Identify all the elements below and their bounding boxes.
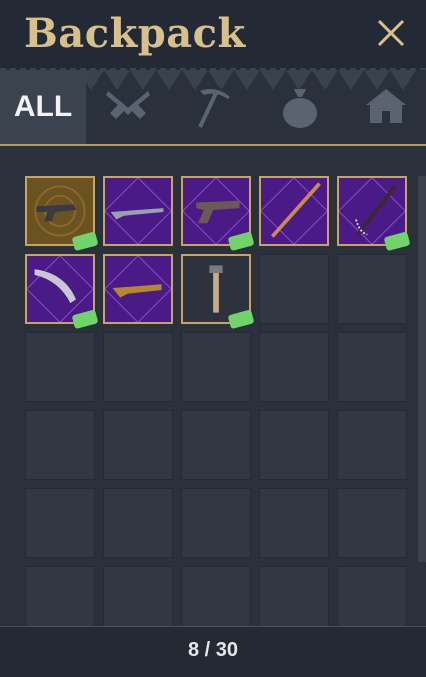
rifle-icon [105, 178, 171, 244]
empty-slot[interactable] [337, 566, 407, 626]
tab-all[interactable]: ALL [0, 70, 86, 144]
empty-slot[interactable] [337, 332, 407, 402]
item-slot-machete[interactable] [25, 254, 98, 329]
empty-slot[interactable] [259, 254, 329, 324]
empty-slot[interactable] [259, 488, 329, 558]
empty-slot[interactable] [25, 332, 95, 402]
tab-tools[interactable] [186, 70, 242, 144]
empty-slot[interactable] [337, 410, 407, 480]
item-count: 8 / 30 [187, 639, 239, 661]
empty-slot[interactable] [181, 566, 251, 626]
item-slot-pistol[interactable] [181, 176, 254, 251]
item-slot-rifle[interactable] [103, 176, 173, 246]
empty-slot[interactable] [25, 566, 95, 626]
tab-weapons[interactable] [100, 70, 156, 144]
empty-slot[interactable] [25, 488, 95, 558]
empty-slot[interactable] [181, 332, 251, 402]
shotgun-icon [105, 256, 171, 322]
empty-slot[interactable] [103, 488, 173, 558]
new-item-badge-icon [72, 310, 98, 329]
empty-slot[interactable] [103, 410, 173, 480]
tab-resources[interactable] [272, 70, 328, 144]
category-tabs: ALL [0, 70, 426, 146]
inventory-grid [0, 146, 426, 626]
empty-slot[interactable] [259, 332, 329, 402]
close-icon[interactable] [374, 16, 408, 50]
pickaxe-icon [198, 89, 230, 128]
crossed-revolvers-icon [106, 91, 150, 119]
inventory-footer: 8 / 30 [0, 626, 426, 677]
new-item-badge-icon [384, 232, 410, 251]
empty-slot[interactable] [337, 254, 407, 324]
new-item-badge-icon [228, 232, 254, 251]
item-slot-shotgun[interactable] [103, 254, 173, 324]
scrollbar[interactable] [418, 176, 426, 562]
house-icon [366, 89, 406, 123]
empty-slot[interactable] [259, 566, 329, 626]
new-item-badge-icon [228, 310, 254, 329]
empty-slot[interactable] [181, 410, 251, 480]
empty-slot[interactable] [337, 488, 407, 558]
empty-slot[interactable] [181, 488, 251, 558]
empty-slot[interactable] [25, 410, 95, 480]
item-slot-revolver[interactable] [25, 176, 98, 251]
empty-slot[interactable] [103, 332, 173, 402]
new-item-badge-icon [72, 232, 98, 251]
bow-rifle-icon [261, 178, 327, 244]
item-slot-hammer[interactable] [181, 254, 254, 329]
item-slot-chain-rifle[interactable] [337, 176, 410, 251]
item-slot-bow-rifle[interactable] [259, 176, 329, 246]
empty-slot[interactable] [259, 410, 329, 480]
money-bag-icon [283, 89, 317, 128]
window-title: Backpack [24, 10, 246, 57]
empty-slot[interactable] [103, 566, 173, 626]
tab-housing[interactable] [358, 70, 414, 144]
tab-all-label: ALL [13, 90, 73, 123]
window-header: Backpack [0, 0, 426, 70]
